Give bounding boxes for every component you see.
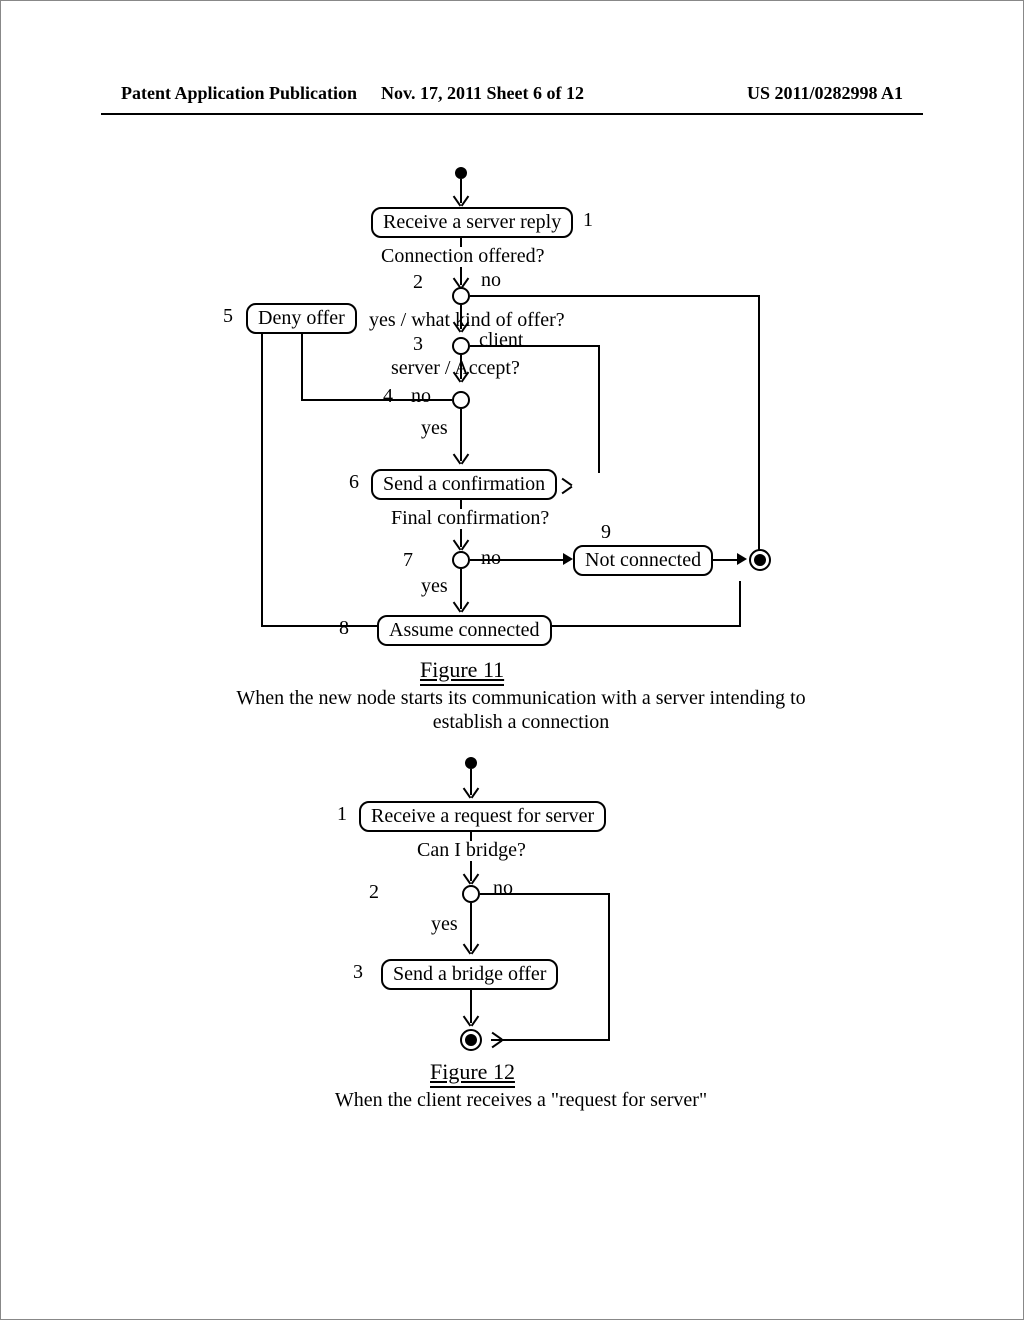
header-right: US 2011/0282998 A1 [747,83,903,104]
connector [470,989,472,1023]
decision-4-num: 7 [403,549,413,572]
decision-node-icon [462,885,480,903]
header-rule [101,113,923,115]
connector [470,769,472,795]
step-8-num: 8 [339,617,349,640]
connector [460,355,462,379]
page: Patent Application Publication Nov. 17, … [0,0,1024,1320]
connector [480,893,610,895]
connector [470,861,472,881]
decision-node-icon [452,337,470,355]
figure-11-caption-2: establish a connection [201,711,841,734]
decision-2-client: client [479,329,523,352]
step-5-box: Deny offer [246,303,357,334]
connector [470,295,760,297]
decision-2-num: 3 [413,333,423,356]
step-9-num: 9 [601,521,611,544]
connector [608,893,610,1041]
start-node-icon [465,757,477,769]
decision-node-icon [452,391,470,409]
decision-1-num: 2 [413,271,423,294]
figure-11-title: Figure 11 [420,657,504,686]
figure-12-title: Figure 12 [430,1059,515,1088]
step-1-box: Receive a request for server [359,801,606,832]
end-node-icon [460,1029,482,1051]
figure-12-caption: When the client receives a "request for … [241,1089,801,1112]
connector [460,529,462,547]
connector [301,399,452,401]
header-left: Patent Application Publication [121,83,357,104]
decision-node-icon [452,551,470,569]
connector [261,333,263,627]
connector [758,295,760,561]
decision-1-no: no [493,877,513,900]
step-3-num: 3 [353,961,363,984]
connector [598,345,600,473]
decision-1-label: Connection offered? [381,245,544,268]
decision-1-no: no [481,269,501,292]
arrowhead-right-icon [563,553,573,565]
connector [460,409,462,461]
step-9-box: Not connected [573,545,713,576]
decision-3-yes: yes [421,417,448,440]
step-3-box: Send a bridge offer [381,959,558,990]
decision-1-label: Can I bridge? [417,839,526,862]
step-1-num: 1 [583,209,593,232]
connector [470,345,600,347]
connector [460,305,462,329]
figure-11-caption-1: When the new node starts its communicati… [201,687,841,710]
decision-1-yes: yes [431,913,458,936]
step-6-num: 6 [349,471,359,494]
step-5-num: 5 [223,305,233,328]
decision-4-label: Final confirmation? [391,507,549,530]
decision-node-icon [452,287,470,305]
decision-1-num: 2 [369,881,379,904]
connector [470,559,570,561]
step-8-box: Assume connected [377,615,552,646]
connector [301,333,303,399]
step-6-box: Send a confirmation [371,469,557,500]
decision-3-num: 4 [383,385,393,408]
connector [460,569,462,609]
connector [491,1039,608,1041]
connector [739,581,741,625]
connector [470,903,472,951]
decision-3-no: no [411,385,431,408]
step-1-box: Receive a server reply [371,207,573,238]
decision-4-yes: yes [421,575,448,598]
arrowhead-right-icon [737,553,747,565]
connector [460,267,462,285]
end-node-icon [749,549,771,571]
step-1-num: 1 [337,803,347,826]
start-node-icon [455,167,467,179]
header-middle: Nov. 17, 2011 Sheet 6 of 12 [381,83,584,104]
connector [460,179,462,203]
